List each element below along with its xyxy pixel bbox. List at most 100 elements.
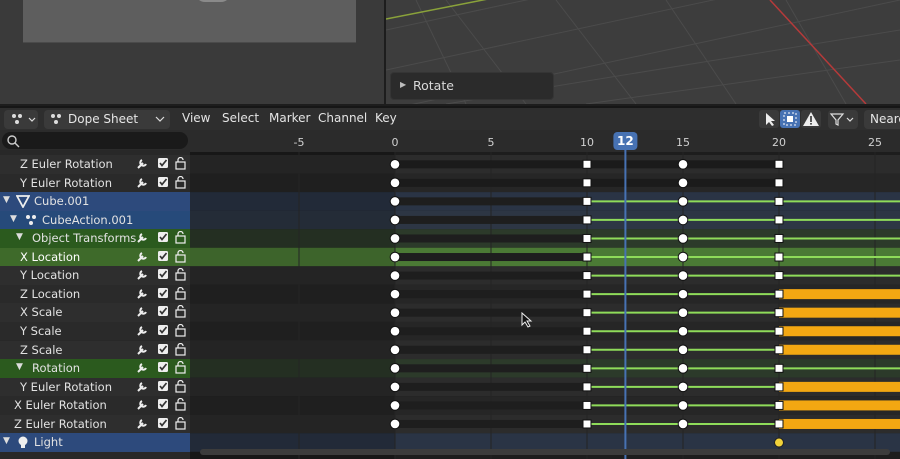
checkbox-icon[interactable] (157, 250, 171, 264)
checkbox-icon[interactable] (157, 361, 171, 375)
keyframe (677, 270, 689, 281)
expand-arrow-icon[interactable]: ▼ (3, 436, 10, 446)
lock-icon[interactable] (174, 268, 188, 282)
keyframe-square (582, 252, 592, 262)
channel-row[interactable]: ▼ Object Transforms (0, 229, 190, 248)
wrench-icon[interactable] (136, 343, 150, 357)
checkbox-icon[interactable] (157, 417, 171, 431)
keyframe (389, 270, 401, 281)
snapping-dropdown[interactable]: Neare (864, 110, 900, 129)
menu-view[interactable]: View (182, 111, 210, 125)
only-errors-toggle[interactable] (801, 110, 821, 128)
keyframe-square (774, 233, 784, 243)
channel-row[interactable]: ▼ Cube.001 (0, 192, 190, 211)
mode-dropdown[interactable]: Dope Sheet (44, 110, 170, 129)
search-input[interactable] (2, 132, 188, 149)
object-preview (195, 0, 231, 2)
channel-row[interactable]: Z Euler Rotation (0, 155, 190, 174)
expand-arrow-icon[interactable]: ▼ (10, 214, 17, 224)
wrench-icon[interactable] (136, 417, 150, 431)
keyframe (677, 418, 689, 430)
expand-arrow-icon[interactable]: ▼ (16, 362, 23, 372)
lock-icon[interactable] (174, 231, 188, 245)
lock-icon[interactable] (174, 157, 188, 171)
wrench-icon[interactable] (136, 176, 150, 190)
channel-label: Light (34, 435, 63, 450)
keyframe-area[interactable]: -5 0 5 10 15 20 25 12 (190, 130, 900, 459)
editor-type-button[interactable] (4, 110, 38, 129)
keyframe (389, 418, 401, 430)
expand-arrow-icon[interactable]: ▼ (16, 232, 23, 242)
channel-row[interactable]: Z Location (0, 284, 190, 304)
selected-hold-bar (779, 381, 900, 392)
operator-panel[interactable]: ▶ Rotate (390, 72, 554, 100)
checkbox-icon[interactable] (157, 324, 171, 338)
channel-row[interactable]: ▼ Rotation (0, 359, 190, 378)
wrench-icon[interactable] (136, 380, 150, 394)
channel-row[interactable]: Z Euler Rotation (0, 414, 190, 434)
lock-icon[interactable] (174, 323, 188, 338)
menu-channel[interactable]: Channel (318, 111, 367, 125)
wrench-icon[interactable] (136, 361, 150, 375)
wrench-icon[interactable] (136, 398, 150, 412)
checkbox-icon[interactable] (157, 176, 171, 190)
channel-row[interactable]: X Scale (0, 303, 190, 322)
checkbox-icon[interactable] (157, 231, 171, 245)
warning-icon (803, 112, 819, 126)
expand-arrow-icon[interactable]: ▼ (3, 195, 10, 205)
menu-marker[interactable]: Marker (269, 111, 310, 125)
filter-dropdown[interactable] (828, 110, 858, 129)
show-hidden-toggle[interactable] (780, 110, 800, 128)
lock-icon[interactable] (174, 342, 188, 357)
search-icon (7, 135, 20, 148)
channel-row[interactable]: X Euler Rotation (0, 396, 190, 415)
checkbox-icon[interactable] (157, 287, 171, 301)
lock-icon[interactable] (174, 305, 188, 319)
lock-icon[interactable] (174, 175, 188, 190)
menu-select[interactable]: Select (222, 111, 259, 125)
checkbox-icon[interactable] (157, 305, 171, 319)
channel-row[interactable]: Y Euler Rotation (0, 377, 190, 397)
keyframe-square (774, 308, 784, 318)
wrench-icon[interactable] (136, 287, 150, 301)
checkbox-icon[interactable] (157, 157, 171, 171)
lock-icon[interactable] (174, 416, 188, 431)
channel-row[interactable]: Y Location (0, 266, 190, 285)
keyframe-square (774, 215, 784, 225)
wrench-icon[interactable] (136, 268, 150, 282)
channel-label: Y Euler Rotation (20, 379, 112, 394)
dope-sheet-header: Dope Sheet View Select Marker Channel Ke… (0, 106, 900, 131)
channel-row[interactable]: ▼ CubeAction.001 (0, 210, 190, 230)
checkbox-icon[interactable] (157, 380, 171, 394)
dope-sheet-mode-icon (51, 114, 61, 124)
wrench-icon[interactable] (136, 231, 150, 245)
wrench-icon[interactable] (136, 157, 150, 171)
checkbox-icon[interactable] (157, 398, 171, 412)
keyframe (677, 288, 689, 300)
wrench-icon[interactable] (136, 250, 150, 264)
keyframe (389, 158, 401, 170)
wrench-icon[interactable] (136, 324, 150, 338)
checkbox-icon[interactable] (157, 268, 171, 282)
channel-row[interactable]: Y Scale (0, 321, 190, 341)
only-selected-toggle[interactable] (759, 110, 779, 128)
menu-key[interactable]: Key (375, 111, 397, 125)
channel-label: CubeAction.001 (42, 212, 134, 227)
channel-row[interactable]: Y Euler Rotation (0, 173, 190, 193)
horizontal-scrollbar[interactable] (200, 449, 890, 455)
wrench-icon[interactable] (136, 305, 150, 319)
channel-row[interactable]: Z Scale (0, 340, 190, 359)
expand-arrow-icon[interactable]: ▶ (400, 80, 406, 89)
checkbox-icon[interactable] (157, 343, 171, 357)
channel-row[interactable]: X Location (0, 247, 190, 267)
lock-icon[interactable] (174, 249, 188, 264)
lock-icon[interactable] (174, 379, 188, 394)
lock-icon[interactable] (174, 398, 188, 412)
lock-icon[interactable] (174, 361, 188, 375)
keyframe-square (774, 345, 784, 355)
lock-icon[interactable] (174, 286, 188, 301)
channel-label: X Euler Rotation (14, 398, 107, 413)
channel-row[interactable]: ▼ Light (0, 433, 190, 452)
channel-label: X Location (20, 249, 81, 264)
viewport-left[interactable] (0, 0, 384, 104)
